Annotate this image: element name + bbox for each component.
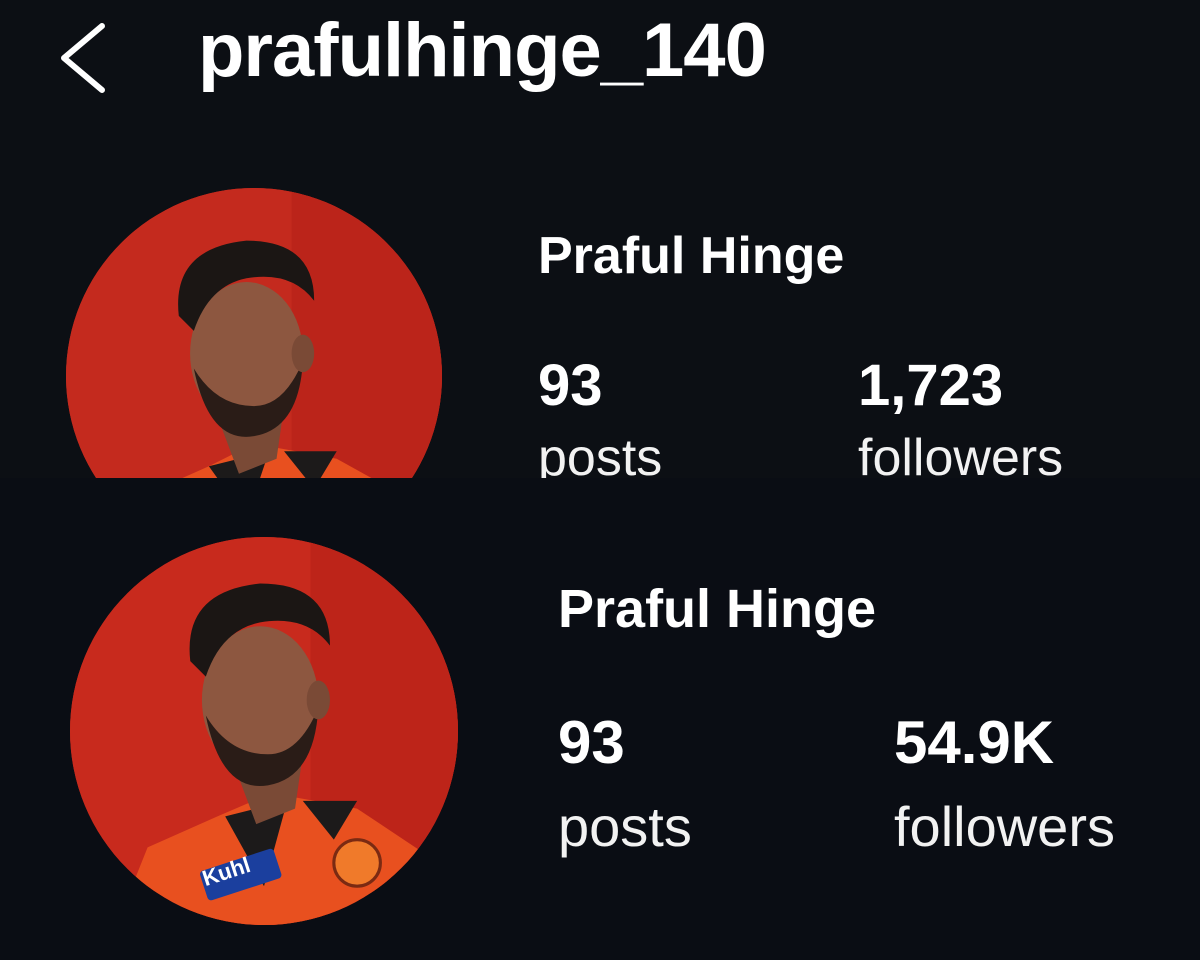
followers-label: followers <box>894 795 1115 858</box>
profile-avatar[interactable]: Kuhl <box>70 537 458 925</box>
profile-panel-before: prafulhinge_140 Praful Hinge 93 posts 1,… <box>0 0 1200 478</box>
posts-count: 93 <box>538 353 603 418</box>
avatar-photo <box>66 188 442 478</box>
posts-count: 93 <box>558 709 625 776</box>
followers-count: 54.9K <box>894 709 1055 776</box>
back-button[interactable] <box>50 18 120 98</box>
posts-label: posts <box>538 429 663 478</box>
profile-username: prafulhinge_140 <box>198 8 767 93</box>
avatar-photo <box>70 537 458 925</box>
followers-count: 1,723 <box>858 353 1004 418</box>
profile-display-name: Praful Hinge <box>538 227 845 285</box>
profile-panel-after: Kuhl Praful Hinge 93 posts 54.9K followe… <box>0 478 1200 960</box>
followers-label: followers <box>858 429 1064 478</box>
posts-label: posts <box>558 795 692 858</box>
profile-display-name: Praful Hinge <box>558 579 877 639</box>
profile-avatar[interactable] <box>66 188 442 478</box>
chevron-left-icon <box>61 23 105 93</box>
